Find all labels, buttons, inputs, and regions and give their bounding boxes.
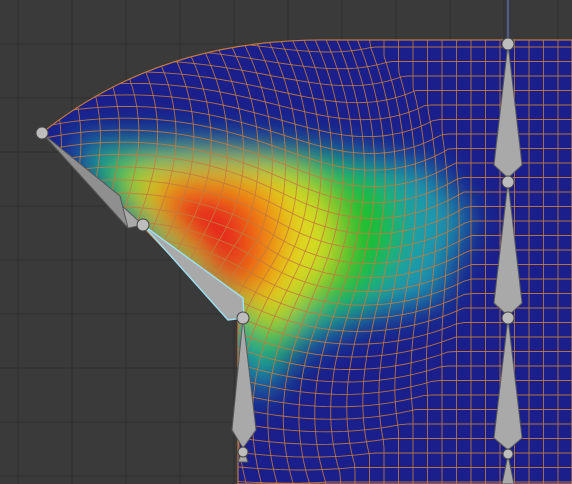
bone-joint-tip[interactable] — [237, 446, 249, 458]
bone-joint-right-3[interactable] — [501, 311, 515, 325]
bone-joint-shoulder[interactable] — [35, 126, 49, 140]
bone-joint-wrist[interactable] — [236, 311, 250, 325]
bone-joint-right-4[interactable] — [502, 448, 514, 460]
bone-joint-elbow[interactable] — [136, 218, 150, 232]
weight-paint-scene[interactable] — [0, 0, 572, 484]
bone-joint-right-1[interactable] — [501, 37, 515, 51]
bone-joint-right-2[interactable] — [501, 175, 515, 189]
mesh-object[interactable] — [0, 0, 572, 484]
3d-viewport[interactable] — [0, 0, 572, 484]
